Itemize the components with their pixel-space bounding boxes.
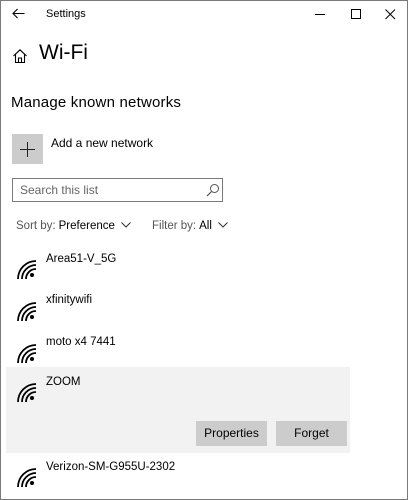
app-title: Settings xyxy=(46,8,86,20)
sort-value: Preference xyxy=(58,220,115,232)
minimize-icon xyxy=(315,14,325,15)
network-name: Verizon-SM-G955U-2302 xyxy=(46,461,176,473)
chevron-down-icon xyxy=(121,222,131,228)
wifi-icon xyxy=(17,302,37,322)
title-bar: Settings xyxy=(1,1,407,29)
settings-window: Settings Wi-Fi Manage known networks Add… xyxy=(0,0,408,500)
add-network-button[interactable] xyxy=(12,134,43,164)
close-button[interactable] xyxy=(373,1,407,27)
network-name: ZOOM xyxy=(46,376,81,388)
home-icon[interactable] xyxy=(12,48,28,64)
search-box xyxy=(12,178,223,202)
network-item-moto-x4-7441[interactable]: moto x4 7441 xyxy=(6,331,350,371)
plus-icon xyxy=(20,142,35,157)
sort-label: Sort by: xyxy=(16,220,56,232)
back-arrow-icon xyxy=(12,8,25,19)
filter-value: All xyxy=(199,220,212,232)
filter-label: Filter by: xyxy=(152,220,197,232)
search-icon[interactable] xyxy=(206,183,220,197)
network-name: xfinitywifi xyxy=(46,294,93,306)
sort-dropdown[interactable]: Sort by: Preference xyxy=(16,220,131,232)
close-icon xyxy=(385,9,396,20)
forget-button[interactable]: Forget xyxy=(276,421,347,446)
network-item-area51-v-5g[interactable]: Area51-V_5G xyxy=(6,247,350,287)
search-input[interactable] xyxy=(13,179,200,201)
page-title: Wi-Fi xyxy=(39,41,88,64)
properties-button[interactable]: Properties xyxy=(196,421,267,446)
back-button[interactable] xyxy=(7,3,31,25)
wifi-icon xyxy=(17,383,37,403)
chevron-down-icon xyxy=(218,222,228,228)
wifi-icon xyxy=(17,468,37,488)
add-network-label[interactable]: Add a new network xyxy=(51,136,153,150)
network-item-zoom[interactable]: ZOOM Properties Forget xyxy=(6,367,350,453)
network-item-xfinitywifi[interactable]: xfinitywifi xyxy=(6,289,350,329)
maximize-icon xyxy=(351,9,361,19)
wifi-icon xyxy=(17,260,37,280)
minimize-button[interactable] xyxy=(303,1,337,27)
network-name: Area51-V_5G xyxy=(46,253,117,265)
network-name: moto x4 7441 xyxy=(46,336,116,348)
network-item-verizon-sm-g955u-2302[interactable]: Verizon-SM-G955U-2302 xyxy=(6,455,350,495)
section-title: Manage known networks xyxy=(11,94,182,111)
maximize-button[interactable] xyxy=(339,1,373,27)
wifi-icon xyxy=(17,344,37,364)
filter-dropdown[interactable]: Filter by: All xyxy=(152,220,228,232)
